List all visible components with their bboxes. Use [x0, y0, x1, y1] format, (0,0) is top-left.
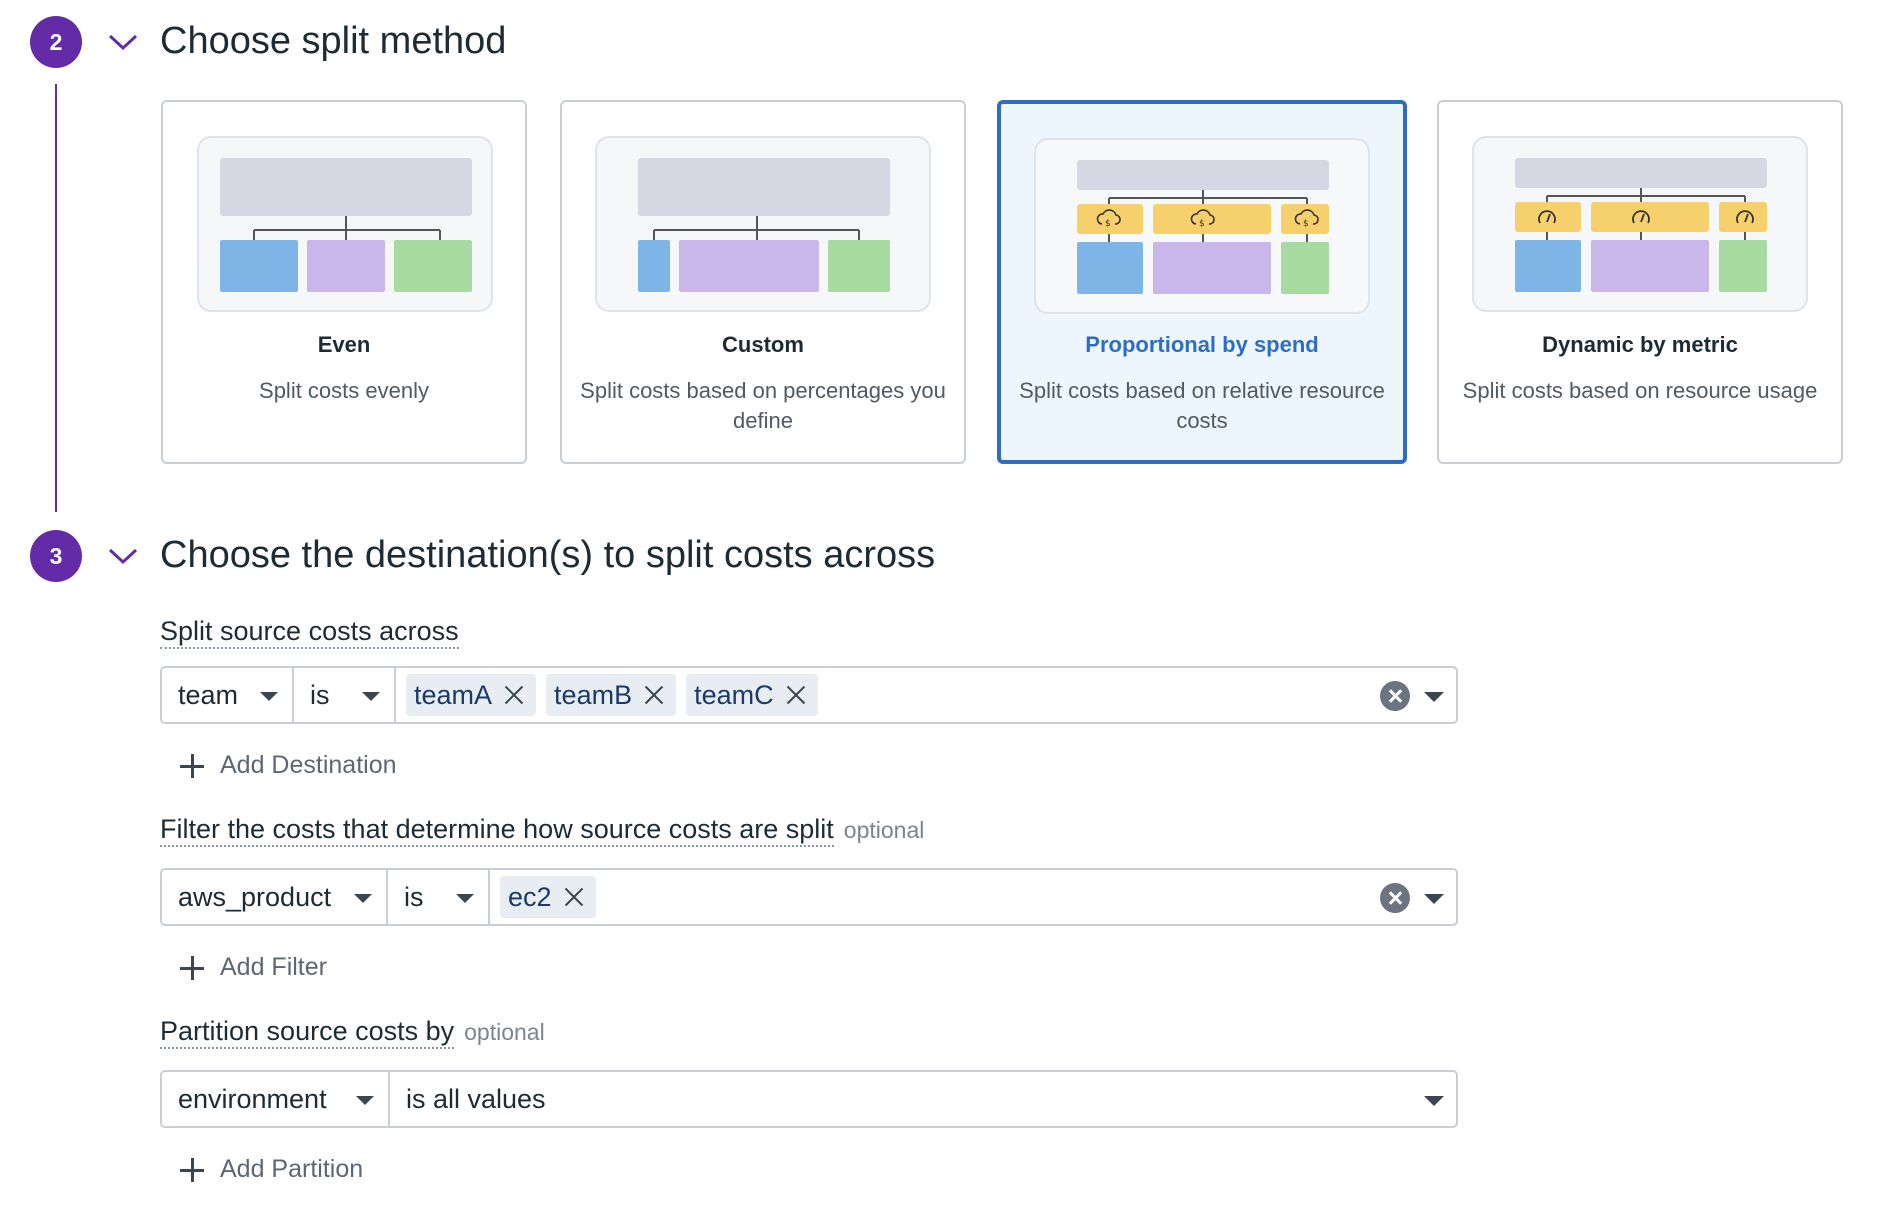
- label-text: Filter the costs that determine how sour…: [160, 814, 834, 847]
- caret-down-icon: [356, 1096, 374, 1105]
- step-2-badge: 2: [30, 16, 82, 68]
- dynamic-illustration: [1472, 136, 1808, 312]
- card-title: Dynamic by metric: [1542, 332, 1738, 357]
- operator-value: is: [404, 881, 424, 912]
- caret-down-icon: [1424, 1096, 1444, 1106]
- close-icon[interactable]: [564, 887, 584, 907]
- plus-icon: [180, 753, 204, 778]
- step-number: 3: [49, 542, 63, 569]
- close-icon[interactable]: [786, 685, 806, 705]
- add-destination-button[interactable]: Add Destination: [180, 751, 397, 780]
- clear-icon[interactable]: [1380, 681, 1410, 711]
- operator-value: is: [310, 679, 330, 710]
- filter-values[interactable]: ec2: [490, 870, 1456, 924]
- key-value: aws_product: [178, 881, 332, 912]
- partition-value: is all values: [406, 1083, 546, 1114]
- section-title-split-method: Choose split method: [160, 20, 507, 62]
- card-description: Split costs based on relative resource c…: [1019, 378, 1385, 433]
- value-tag: teamC: [686, 674, 818, 716]
- add-label: Add Partition: [220, 1155, 364, 1183]
- plus-icon: [180, 1157, 204, 1182]
- label-text: Partition source costs by: [160, 1016, 455, 1049]
- tag-label: teamB: [554, 679, 633, 710]
- close-icon[interactable]: [504, 685, 524, 705]
- partition-value-select[interactable]: is all values: [390, 1072, 1456, 1126]
- card-title: Custom: [722, 332, 804, 357]
- caret-down-icon[interactable]: [1424, 692, 1444, 702]
- card-description: Split costs based on resource usage: [1462, 378, 1818, 403]
- filter-operator-select[interactable]: is: [388, 870, 490, 924]
- value-tag: teamB: [546, 674, 677, 716]
- even-illustration: [197, 136, 493, 312]
- add-partition-button[interactable]: Add Partition: [180, 1155, 363, 1184]
- svg-text:$: $: [1199, 219, 1205, 229]
- optional-hint: optional: [843, 817, 925, 843]
- chevron-down-icon[interactable]: [107, 32, 139, 52]
- card-description: Split costs evenly: [259, 378, 429, 403]
- step-number: 2: [49, 28, 63, 55]
- destination-label: Split source costs across: [160, 616, 459, 649]
- custom-illustration: [595, 136, 931, 312]
- key-value: environment: [178, 1083, 327, 1114]
- section-title-destinations: Choose the destination(s) to split costs…: [160, 534, 936, 576]
- filter-label: Filter the costs that determine how sour…: [160, 814, 925, 847]
- caret-down-icon: [456, 894, 474, 903]
- add-label: Add Destination: [220, 751, 397, 779]
- add-label: Add Filter: [220, 953, 327, 981]
- tag-label: teamA: [414, 679, 493, 710]
- card-title: Proportional by spend: [1085, 332, 1319, 357]
- destination-key-select[interactable]: team: [162, 668, 294, 722]
- chevron-down-icon[interactable]: [107, 546, 139, 566]
- tag-label: teamC: [694, 679, 774, 710]
- clear-icon[interactable]: [1380, 883, 1410, 913]
- partition-query-row: environment is all values: [160, 1070, 1458, 1128]
- step-3-badge: 3: [30, 530, 82, 582]
- split-method-card-proportional[interactable]: $ $ $ Proportional by spend Split costs …: [997, 100, 1407, 464]
- caret-down-icon[interactable]: [1424, 894, 1444, 904]
- tag-label: ec2: [508, 881, 552, 912]
- destination-values[interactable]: teamA teamB teamC: [396, 668, 1456, 722]
- caret-down-icon: [354, 894, 372, 903]
- filter-key-select[interactable]: aws_product: [162, 870, 388, 924]
- partition-label: Partition source costs by optional: [160, 1016, 545, 1049]
- caret-down-icon: [362, 692, 380, 701]
- plus-icon: [180, 955, 204, 980]
- split-method-card-custom[interactable]: Custom Split costs based on percentages …: [560, 100, 966, 464]
- key-value: team: [178, 679, 239, 710]
- partition-key-select[interactable]: environment: [162, 1072, 390, 1126]
- split-method-card-even[interactable]: Even Split costs evenly: [161, 100, 527, 464]
- destination-query-row: team is teamA teamB teamC: [160, 666, 1458, 724]
- card-description: Split costs based on percentages you def…: [580, 378, 946, 433]
- svg-text:$: $: [1303, 219, 1309, 229]
- proportional-illustration: $ $ $: [1034, 138, 1370, 314]
- split-method-card-dynamic[interactable]: Dynamic by metric Split costs based on r…: [1437, 100, 1843, 464]
- step-connector-line: [55, 84, 57, 512]
- optional-hint: optional: [464, 1019, 545, 1045]
- label-text: Split source costs across: [160, 616, 459, 649]
- close-icon[interactable]: [644, 685, 664, 705]
- value-tag: teamA: [406, 674, 537, 716]
- caret-down-icon: [260, 692, 278, 701]
- svg-text:$: $: [1105, 219, 1111, 229]
- filter-query-row: aws_product is ec2: [160, 868, 1458, 926]
- value-tag: ec2: [500, 876, 596, 918]
- destination-operator-select[interactable]: is: [294, 668, 396, 722]
- add-filter-button[interactable]: Add Filter: [180, 953, 327, 982]
- card-title: Even: [317, 332, 371, 357]
